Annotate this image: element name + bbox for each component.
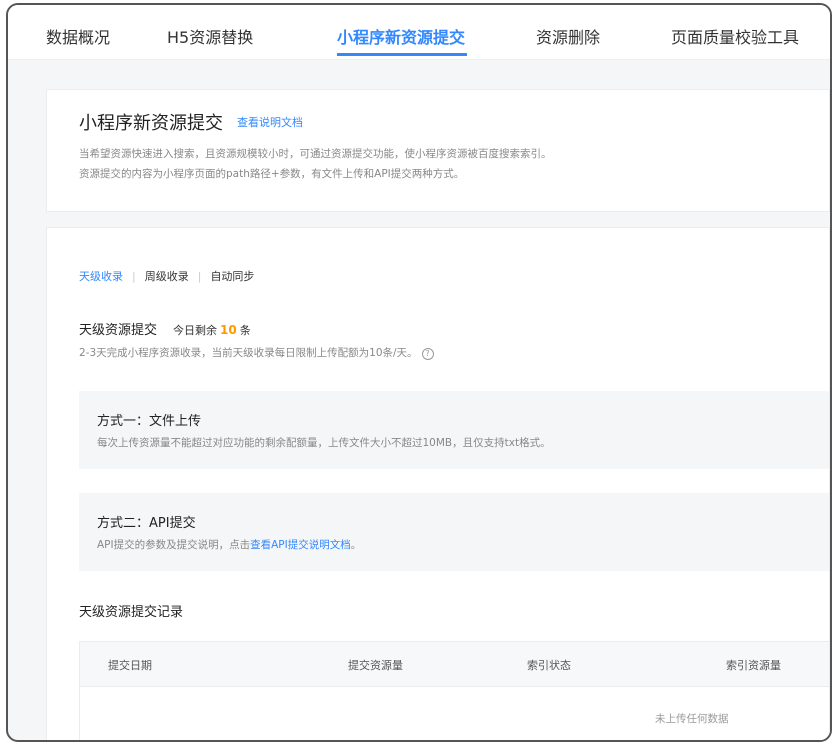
api-doc-link[interactable]: 查看API提交说明文档 bbox=[250, 539, 351, 551]
method-api-submit: 方式二：API提交 API提交的参数及提交说明，点击查看API提交说明文档。 bbox=[79, 493, 829, 571]
divider: | bbox=[132, 270, 136, 283]
subtab-daily[interactable]: 天级收录 bbox=[79, 270, 123, 283]
tab-data-overview[interactable]: 数据概况 bbox=[46, 24, 110, 48]
col-submit-date: 提交日期 bbox=[108, 659, 152, 672]
empty-state: 未上传任何数据 bbox=[655, 713, 729, 725]
page-title: 小程序新资源提交 bbox=[79, 113, 223, 134]
method2-desc: API提交的参数及提交说明，点击查看API提交说明文档。 bbox=[97, 537, 361, 552]
tab-h5-replace[interactable]: H5资源替换 bbox=[167, 24, 253, 48]
table-header: 提交日期 提交资源量 索引状态 索引资源量 bbox=[80, 642, 829, 687]
method1-title: 方式一：文件上传 bbox=[97, 414, 202, 429]
help-icon[interactable]: ? bbox=[421, 348, 434, 360]
active-tab-indicator bbox=[337, 53, 467, 56]
method1-desc: 每次上传资源量不能超过对应功能的剩余配额量，上传文件大小不超过10MB，且仅支持… bbox=[97, 437, 551, 449]
col-index-status: 索引状态 bbox=[527, 659, 571, 672]
submit-card: 天级收录 | 周级收录 | 自动同步 天级资源提交 今日剩余 10 条 2-3天完成小程序资源… bbox=[46, 227, 830, 740]
tab-resource-delete[interactable]: 资源删除 bbox=[536, 24, 600, 48]
remain-count: 10 bbox=[220, 323, 237, 337]
records-title: 天级资源提交记录 bbox=[79, 605, 184, 620]
intro-desc-line1: 当希望资源快速进入搜索，且资源规模较小时，可通过资源提交功能，使小程序资源被百度… bbox=[79, 148, 552, 160]
method2-desc-suffix: 。 bbox=[350, 539, 362, 551]
remain-unit: 条 bbox=[239, 324, 251, 337]
doc-link[interactable]: 查看说明文档 bbox=[237, 114, 303, 130]
method-file-upload: 方式一：文件上传 每次上传资源量不能超过对应功能的剩余配额量，上传文件大小不超过… bbox=[79, 391, 829, 469]
remain-label: 今日剩余 10 条 bbox=[173, 323, 251, 337]
col-index-count: 索引资源量 bbox=[726, 659, 781, 672]
daily-desc-text: 2-3天完成小程序资源收录，当前天级收录每日限制上传配额为10条/天。 bbox=[79, 347, 418, 359]
daily-desc: 2-3天完成小程序资源收录，当前天级收录每日限制上传配额为10条/天。? bbox=[79, 345, 434, 360]
daily-section-title: 天级资源提交 今日剩余 10 条 bbox=[79, 319, 251, 338]
tab-quality-check[interactable]: 页面质量校验工具 bbox=[671, 24, 799, 48]
divider: | bbox=[197, 270, 202, 283]
intro-card: 小程序新资源提交 查看说明文档 当希望资源快速进入搜索，且资源规模较小时，可通过… bbox=[46, 89, 830, 212]
col-submit-count: 提交资源量 bbox=[348, 659, 403, 672]
subtab-auto-sync[interactable]: 自动同步 bbox=[210, 270, 254, 283]
method2-desc-prefix: API提交的参数及提交说明，点击 bbox=[97, 539, 251, 551]
remain-prefix: 今日剩余 bbox=[173, 324, 218, 337]
sub-tab-bar: 天级收录 | 周级收录 | 自动同步 bbox=[79, 268, 254, 284]
tab-miniprogram-submit[interactable]: 小程序新资源提交 bbox=[337, 24, 465, 48]
top-tab-bar: 数据概况 H5资源替换 小程序新资源提交 资源删除 页面质量校验工具 bbox=[8, 5, 830, 60]
daily-title: 天级资源提交 bbox=[79, 323, 158, 338]
method2-title: 方式二：API提交 bbox=[97, 516, 196, 531]
intro-desc-line2: 资源提交的内容为小程序页面的path路径+参数，有文件上传和API提交两种方式。 bbox=[79, 168, 465, 180]
app-frame: 数据概况 H5资源替换 小程序新资源提交 资源删除 页面质量校验工具 小程序新资… bbox=[6, 3, 832, 742]
records-table: 提交日期 提交资源量 索引状态 索引资源量 未上传任何数据 bbox=[79, 641, 829, 740]
subtab-weekly[interactable]: 周级收录 bbox=[145, 270, 189, 283]
